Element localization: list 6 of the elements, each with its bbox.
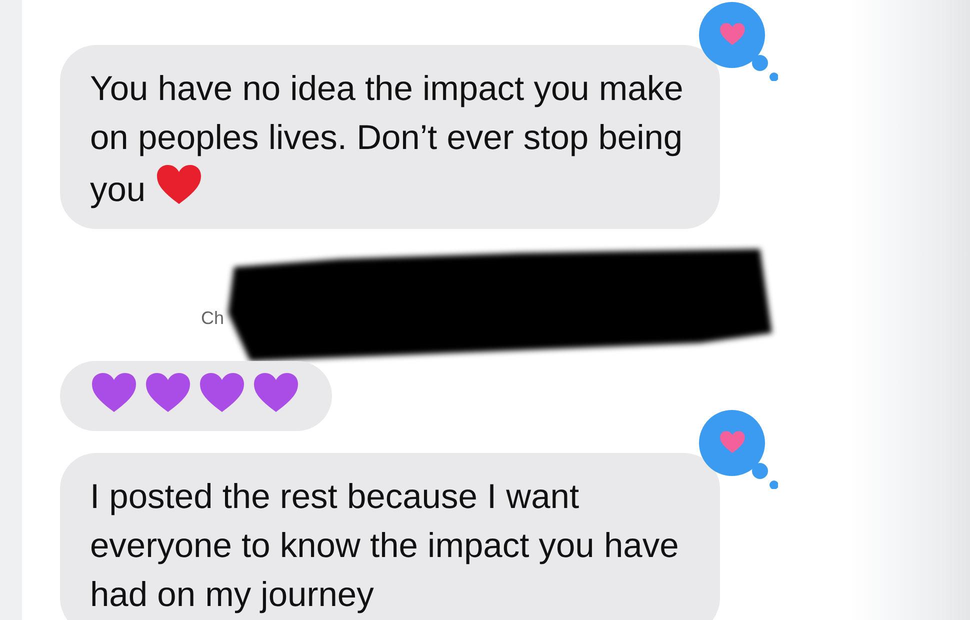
heart-emoji — [144, 371, 192, 415]
heart-emoji — [155, 163, 204, 207]
heart-emoji — [252, 371, 300, 415]
caption-text: Ch — [201, 307, 224, 330]
heart-emoji — [198, 371, 246, 415]
heart-emoji — [90, 371, 138, 415]
